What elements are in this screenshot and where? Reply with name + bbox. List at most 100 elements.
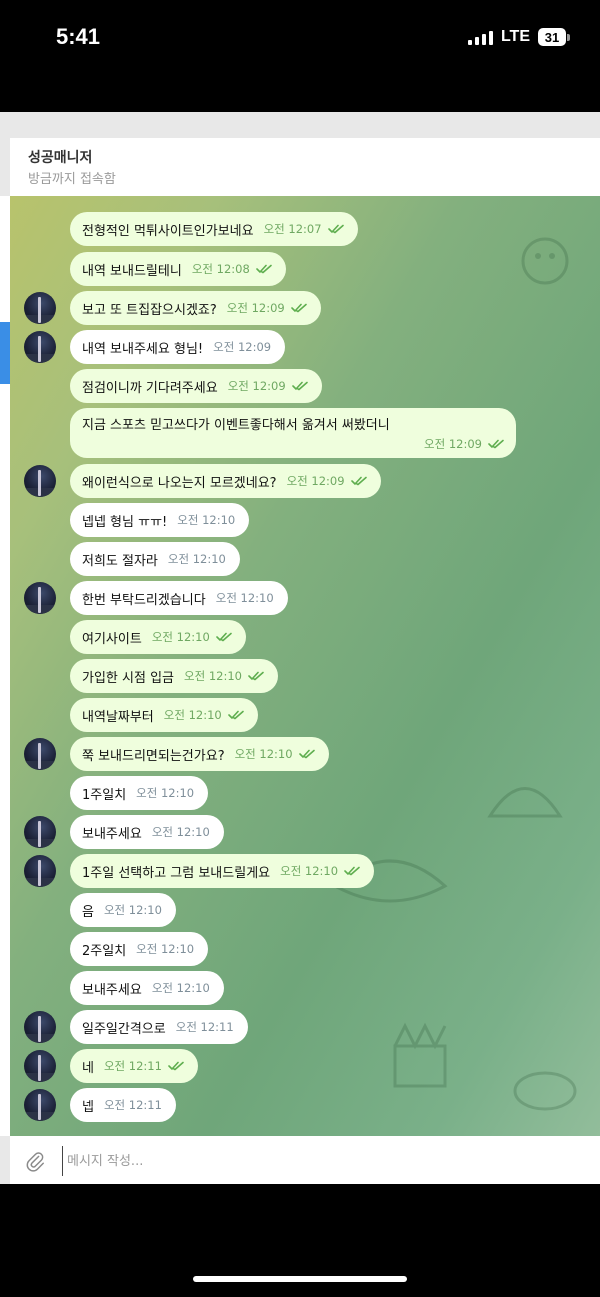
message-text: 내역날짜부터 bbox=[82, 709, 154, 725]
message-text: 지금 스포츠 믿고쓰다가 이벤트좋다해서 옮겨서 써봤더니 bbox=[82, 418, 390, 433]
avatar[interactable] bbox=[24, 1089, 56, 1121]
avatar[interactable] bbox=[24, 855, 56, 887]
message-time: 오전 12:09 bbox=[213, 340, 272, 354]
message-row: 쭉 보내드리면되는건가요? 오전 12:10 bbox=[10, 737, 600, 771]
double-check-icon bbox=[488, 439, 504, 449]
double-check-icon bbox=[327, 224, 344, 234]
message-bubble[interactable]: 왜이런식으로 나오는지 모르겠네요? 오전 12:09 bbox=[70, 464, 381, 498]
message-bubble[interactable]: 넵 오전 12:11 bbox=[70, 1088, 176, 1122]
chat-header[interactable]: 성공매니저 방금까지 접속함 bbox=[10, 138, 600, 196]
message-text: 넵 bbox=[82, 1099, 94, 1115]
avatar[interactable] bbox=[24, 582, 56, 614]
message-bubble[interactable]: 2주일치 오전 12:10 bbox=[70, 932, 209, 966]
double-check-icon bbox=[298, 749, 315, 759]
signal-icon bbox=[467, 29, 493, 45]
side-accent bbox=[0, 322, 10, 384]
message-text: 내역 보내드릴테니 bbox=[82, 263, 182, 279]
home-indicator[interactable] bbox=[193, 1276, 407, 1282]
message-meta: 오전 12:10 bbox=[168, 551, 226, 567]
paperclip-icon[interactable] bbox=[24, 1150, 46, 1172]
message-time: 오전 12:10 bbox=[167, 552, 226, 566]
message-meta: 오전 12:10 bbox=[184, 668, 264, 684]
message-bubble[interactable]: 가입한 시점 입금 오전 12:10 bbox=[70, 659, 278, 693]
message-bubble[interactable]: 여기사이트 오전 12:10 bbox=[70, 620, 246, 654]
message-bubble[interactable]: 보내주세요 오전 12:10 bbox=[70, 971, 224, 1005]
message-row: 1주일 선택하고 그럼 보내드릴게요 오전 12:10 bbox=[10, 854, 600, 888]
message-bubble[interactable]: 전형적인 먹튀사이트인가보네요 오전 12:07 bbox=[70, 212, 358, 246]
status-bar: 5:41 LTE 31 bbox=[0, 0, 600, 112]
message-time: 오전 12:10 bbox=[151, 981, 210, 995]
message-row: 네 오전 12:11 bbox=[10, 1049, 600, 1083]
message-meta: 오전 12:09 bbox=[228, 378, 308, 394]
message-bubble[interactable]: 지금 스포츠 믿고쓰다가 이벤트좋다해서 옮겨서 써봤더니오전 12:09 bbox=[70, 408, 516, 458]
status-indicators: LTE 31 bbox=[467, 28, 570, 46]
message-input[interactable] bbox=[62, 1146, 569, 1176]
message-meta: 오전 12:11 bbox=[104, 1097, 162, 1113]
message-meta: 오전 12:10 bbox=[177, 512, 235, 528]
battery-level: 31 bbox=[538, 28, 566, 46]
message-bubble[interactable]: 저희도 절자라 오전 12:10 bbox=[70, 542, 240, 576]
message-time: 오전 12:11 bbox=[103, 1059, 162, 1073]
message-time: 오전 12:10 bbox=[280, 864, 339, 878]
message-text: 한번 부탁드리겠습니다 bbox=[82, 592, 206, 608]
message-meta: 오전 12:10 bbox=[152, 824, 210, 840]
message-text: 여기사이트 bbox=[82, 631, 142, 647]
double-check-icon bbox=[215, 632, 232, 642]
message-text: 음 bbox=[82, 904, 94, 920]
message-time: 오전 12:10 bbox=[184, 669, 242, 683]
message-time: 오전 12:09 bbox=[226, 301, 285, 315]
avatar[interactable] bbox=[24, 816, 56, 848]
double-check-icon bbox=[291, 381, 308, 391]
message-time: 오전 12:10 bbox=[103, 903, 162, 917]
message-row: 한번 부탁드리겠습니다 오전 12:10 bbox=[10, 581, 600, 615]
message-bubble[interactable]: 일주일간격으로 오전 12:11 bbox=[70, 1010, 248, 1044]
message-meta: 오전 12:11 bbox=[104, 1058, 184, 1074]
message-row: 내역 보내주세요 형님! 오전 12:09 bbox=[10, 330, 600, 364]
avatar[interactable] bbox=[24, 738, 56, 770]
message-bubble[interactable]: 내역 보내주세요 형님! 오전 12:09 bbox=[70, 330, 286, 364]
message-bubble[interactable]: 보내주세요 오전 12:10 bbox=[70, 815, 224, 849]
message-meta: 오전 12:10 bbox=[152, 629, 232, 645]
avatar[interactable] bbox=[24, 465, 56, 497]
message-text: 1주일치 bbox=[82, 787, 127, 803]
message-bubble[interactable]: 1주일 선택하고 그럼 보내드릴게요 오전 12:10 bbox=[70, 854, 375, 888]
message-meta: 오전 12:08 bbox=[192, 261, 272, 277]
message-list[interactable]: 전형적인 먹튀사이트인가보네요 오전 12:07 내역 보내드릴테니 오전 12:08… bbox=[10, 196, 600, 1136]
double-check-icon bbox=[168, 1061, 184, 1071]
message-row: 저희도 절자라 오전 12:10 bbox=[10, 542, 600, 576]
avatar[interactable] bbox=[24, 1050, 56, 1082]
message-row: 점검이니까 기다려주세요 오전 12:09 bbox=[10, 369, 600, 403]
message-row: 왜이런식으로 나오는지 모르겠네요? 오전 12:09 bbox=[10, 464, 600, 498]
message-text: 2주일치 bbox=[82, 943, 127, 959]
message-text: 왜이런식으로 나오는지 모르겠네요? bbox=[82, 475, 277, 491]
message-row: 내역 보내드릴테니 오전 12:08 bbox=[10, 252, 600, 286]
message-bubble[interactable]: 내역날짜부터 오전 12:10 bbox=[70, 698, 258, 732]
message-bubble[interactable]: 넵넵 형님 ㅠㅠ! 오전 12:10 bbox=[70, 503, 250, 537]
message-bubble[interactable]: 점검이니까 기다려주세요 오전 12:09 bbox=[70, 369, 322, 403]
message-bubble[interactable]: 네 오전 12:11 bbox=[70, 1049, 198, 1083]
message-row: 2주일치 오전 12:10 bbox=[10, 932, 600, 966]
double-check-icon bbox=[255, 264, 272, 274]
message-bubble[interactable]: 한번 부탁드리겠습니다 오전 12:10 bbox=[70, 581, 288, 615]
message-bubble[interactable]: 음 오전 12:10 bbox=[70, 893, 176, 927]
message-row: 음 오전 12:10 bbox=[10, 893, 600, 927]
message-meta: 오전 12:09 bbox=[213, 339, 271, 355]
message-row: 보내주세요 오전 12:10 bbox=[10, 815, 600, 849]
chat-window: 성공매니저 방금까지 접속함 전형적인 먹튀사이트인가보네요 오전 12:07 내역… bbox=[0, 112, 600, 1184]
message-time: 오전 12:10 bbox=[151, 630, 210, 644]
message-meta: 오전 12:09 bbox=[424, 436, 504, 452]
avatar[interactable] bbox=[24, 1011, 56, 1043]
message-time: 오전 12:10 bbox=[177, 513, 236, 527]
message-bubble[interactable]: 1주일치 오전 12:10 bbox=[70, 776, 209, 810]
double-check-icon bbox=[290, 303, 307, 313]
avatar[interactable] bbox=[24, 292, 56, 324]
message-text: 전형적인 먹튀사이트인가보네요 bbox=[82, 223, 254, 239]
message-time: 오전 12:11 bbox=[103, 1098, 162, 1112]
message-bubble[interactable]: 보고 또 트집잡으시겠죠? 오전 12:09 bbox=[70, 291, 321, 325]
message-bubble[interactable]: 쭉 보내드리면되는건가요? 오전 12:10 bbox=[70, 737, 329, 771]
avatar[interactable] bbox=[24, 331, 56, 363]
message-bubble[interactable]: 내역 보내드릴테니 오전 12:08 bbox=[70, 252, 286, 286]
chat-status: 방금까지 접속함 bbox=[28, 172, 116, 187]
message-time: 오전 12:09 bbox=[424, 437, 482, 451]
double-check-icon bbox=[248, 671, 264, 681]
